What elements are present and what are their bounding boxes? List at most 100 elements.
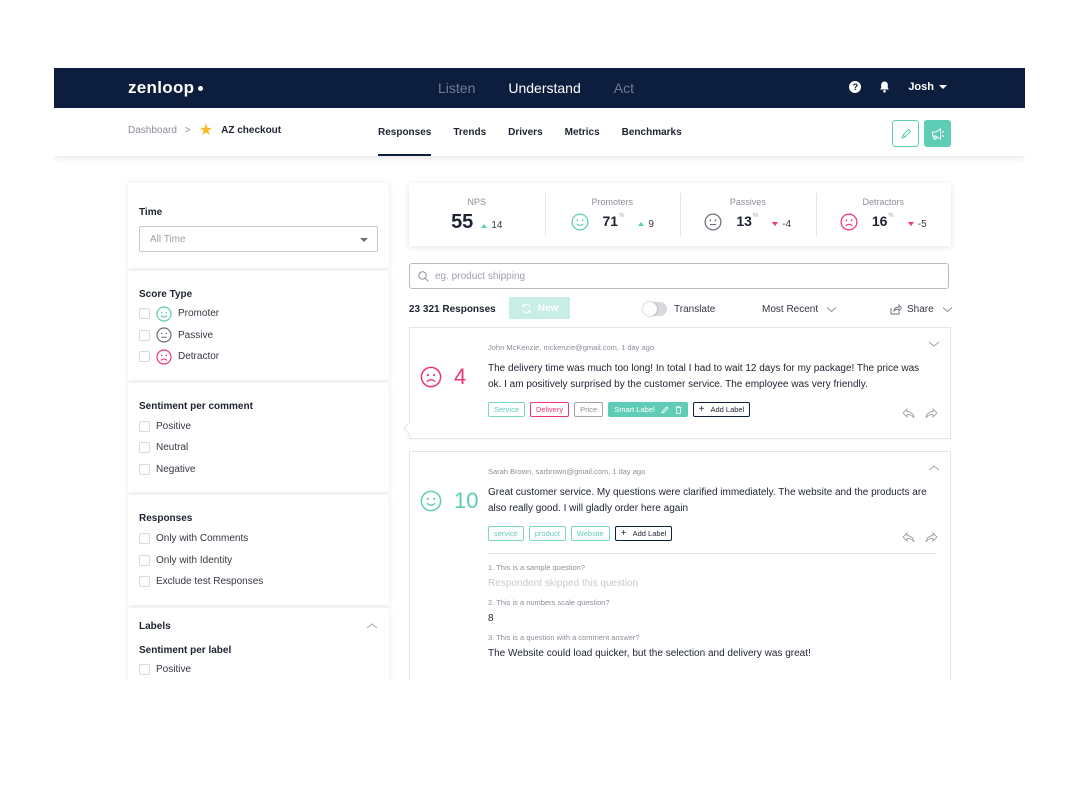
responses-main: NPS 55 14 Promoters 71% 9 Passives 13% -… [409,183,953,680]
stat-nps: NPS 55 14 [409,183,545,246]
stat-nps-label: NPS [467,197,486,207]
filter-label-positive[interactable]: Positive [139,659,378,681]
tab-drivers[interactable]: Drivers [508,108,542,156]
responses-filter-panel: Responses Only with Comments Only with I… [128,495,389,605]
smiley-happy-icon [420,490,442,512]
sort-dropdown[interactable]: Most Recent [762,298,837,320]
label-tag[interactable]: Service [488,402,526,417]
share-dropdown[interactable]: Share [890,298,953,320]
label-tag[interactable]: Website [570,526,610,541]
pencil-icon[interactable] [660,405,669,414]
time-filter-panel: Time All Time [128,183,389,268]
filter-label: Positive [156,663,192,675]
sentiment-comment-panel: Sentiment per comment Positive Neutral N… [128,382,389,492]
chevron-up-icon[interactable] [366,622,378,630]
response-meta: John McKenzie, mckenzie@gmail.com, 1 day… [488,343,655,352]
filter-label: Only with Comments [156,533,249,545]
filter-sentiment-neutral[interactable]: Neutral [139,437,378,459]
chevron-up-icon[interactable] [928,464,940,472]
filter-sentiment-positive[interactable]: Positive [139,416,378,438]
forward-icon[interactable] [925,408,938,419]
smiley-neutral-icon [704,213,722,231]
logo[interactable]: zenloop [128,78,204,98]
smart-label-text: Smart Label [614,405,655,414]
label-tag[interactable]: Price [574,402,604,417]
filter-sentiment-negative[interactable]: Negative [139,459,378,481]
score-value: 4 [454,364,467,389]
search-input[interactable] [435,270,915,282]
checkbox[interactable] [139,329,150,341]
checkbox[interactable] [139,420,150,432]
stat-promoters: Promoters 71% 9 [544,183,681,246]
label-tag[interactable]: Delivery [530,402,570,417]
edit-button[interactable] [892,120,919,147]
checkbox[interactable] [139,463,150,475]
response-card[interactable]: 10 Sarah Brown, sarbrown@gmail.com, 1 da… [409,451,951,680]
nav-understand[interactable]: Understand [508,80,580,96]
filter-sidebar: Time All Time Score Type Promoter Passiv… [128,183,389,680]
trend-up-icon [481,223,488,228]
plus-icon: + [698,404,705,415]
checkbox[interactable] [139,663,150,675]
tab-benchmarks[interactable]: Benchmarks [622,108,682,156]
announce-button[interactable] [924,120,951,147]
filter-exclude-test[interactable]: Exclude test Responses [139,571,378,593]
checkbox[interactable] [139,308,150,320]
filter-promoter-label: Promoter [178,308,220,320]
checkbox[interactable] [139,533,150,545]
question-text: 1. This is a sample question? [488,563,585,572]
search-icon [418,270,429,282]
response-card[interactable]: 4 John McKenzie, mckenzie@gmail.com, 1 d… [409,327,951,439]
answer-text: The Website could load quicker, but the … [488,648,811,659]
trend-down-icon [907,222,914,226]
forward-icon[interactable] [925,532,938,543]
sub-header: Dashboard > ★ AZ checkout Responses Tren… [54,108,1025,156]
stat-passives-label: Passives [729,197,766,207]
checkbox[interactable] [139,442,150,454]
filter-only-comments[interactable]: Only with Comments [139,528,378,550]
label-tag[interactable]: product [528,526,566,541]
filter-detractor[interactable]: Detractor [139,346,378,368]
trash-icon[interactable] [675,405,682,414]
user-menu[interactable]: Josh [908,81,947,93]
smiley-sad-icon [840,213,858,231]
new-responses-button[interactable]: New [509,297,570,319]
checkbox[interactable] [139,351,150,363]
breadcrumb-dashboard[interactable]: Dashboard [128,125,177,136]
checkbox[interactable] [139,554,150,566]
response-meta: Sarah Brown, sarbrown@gmail.com, 1 day a… [488,467,646,476]
add-label-button[interactable]: + Add Label [692,402,751,417]
score-value: 10 [454,488,479,513]
stat-detractors-label: Detractors [862,197,904,207]
search-box[interactable] [409,263,949,289]
nav-act[interactable]: Act [614,80,634,96]
filter-promoter[interactable]: Promoter [139,303,378,325]
top-navbar: zenloop Listen Understand Act ? Josh [54,68,1025,108]
star-icon[interactable]: ★ [199,122,213,138]
label-tag[interactable]: service [488,526,524,541]
tab-responses[interactable]: Responses [378,108,432,156]
tab-trends[interactable]: Trends [453,108,486,156]
translate-toggle[interactable] [643,302,667,316]
stat-promoters-label: Promoters [591,197,633,207]
smart-label-tag[interactable]: Smart Label [608,402,688,417]
add-label-button[interactable]: + Add Label [614,526,673,541]
bell-icon[interactable] [879,81,890,93]
question-text: 2. This is a numbers scale question? [488,598,610,607]
filter-only-identity[interactable]: Only with Identity [139,550,378,572]
checkbox[interactable] [139,576,150,588]
stat-passives-value: 13 [736,213,752,229]
response-labels: Service Delivery Price Smart Label + Add… [488,402,950,417]
chevron-down-icon[interactable] [928,340,940,348]
reply-icon[interactable] [902,408,915,419]
tab-metrics[interactable]: Metrics [565,108,600,156]
labels-header[interactable]: Labels [139,621,378,632]
reply-icon[interactable] [902,532,915,543]
nav-listen[interactable]: Listen [438,80,475,96]
main-nav: Listen Understand Act [438,80,634,96]
time-select[interactable]: All Time [139,226,378,252]
add-label-text: Add Label [710,405,745,414]
help-icon[interactable]: ? [849,81,862,93]
card-actions [902,532,938,543]
filter-passive[interactable]: Passive [139,325,378,347]
